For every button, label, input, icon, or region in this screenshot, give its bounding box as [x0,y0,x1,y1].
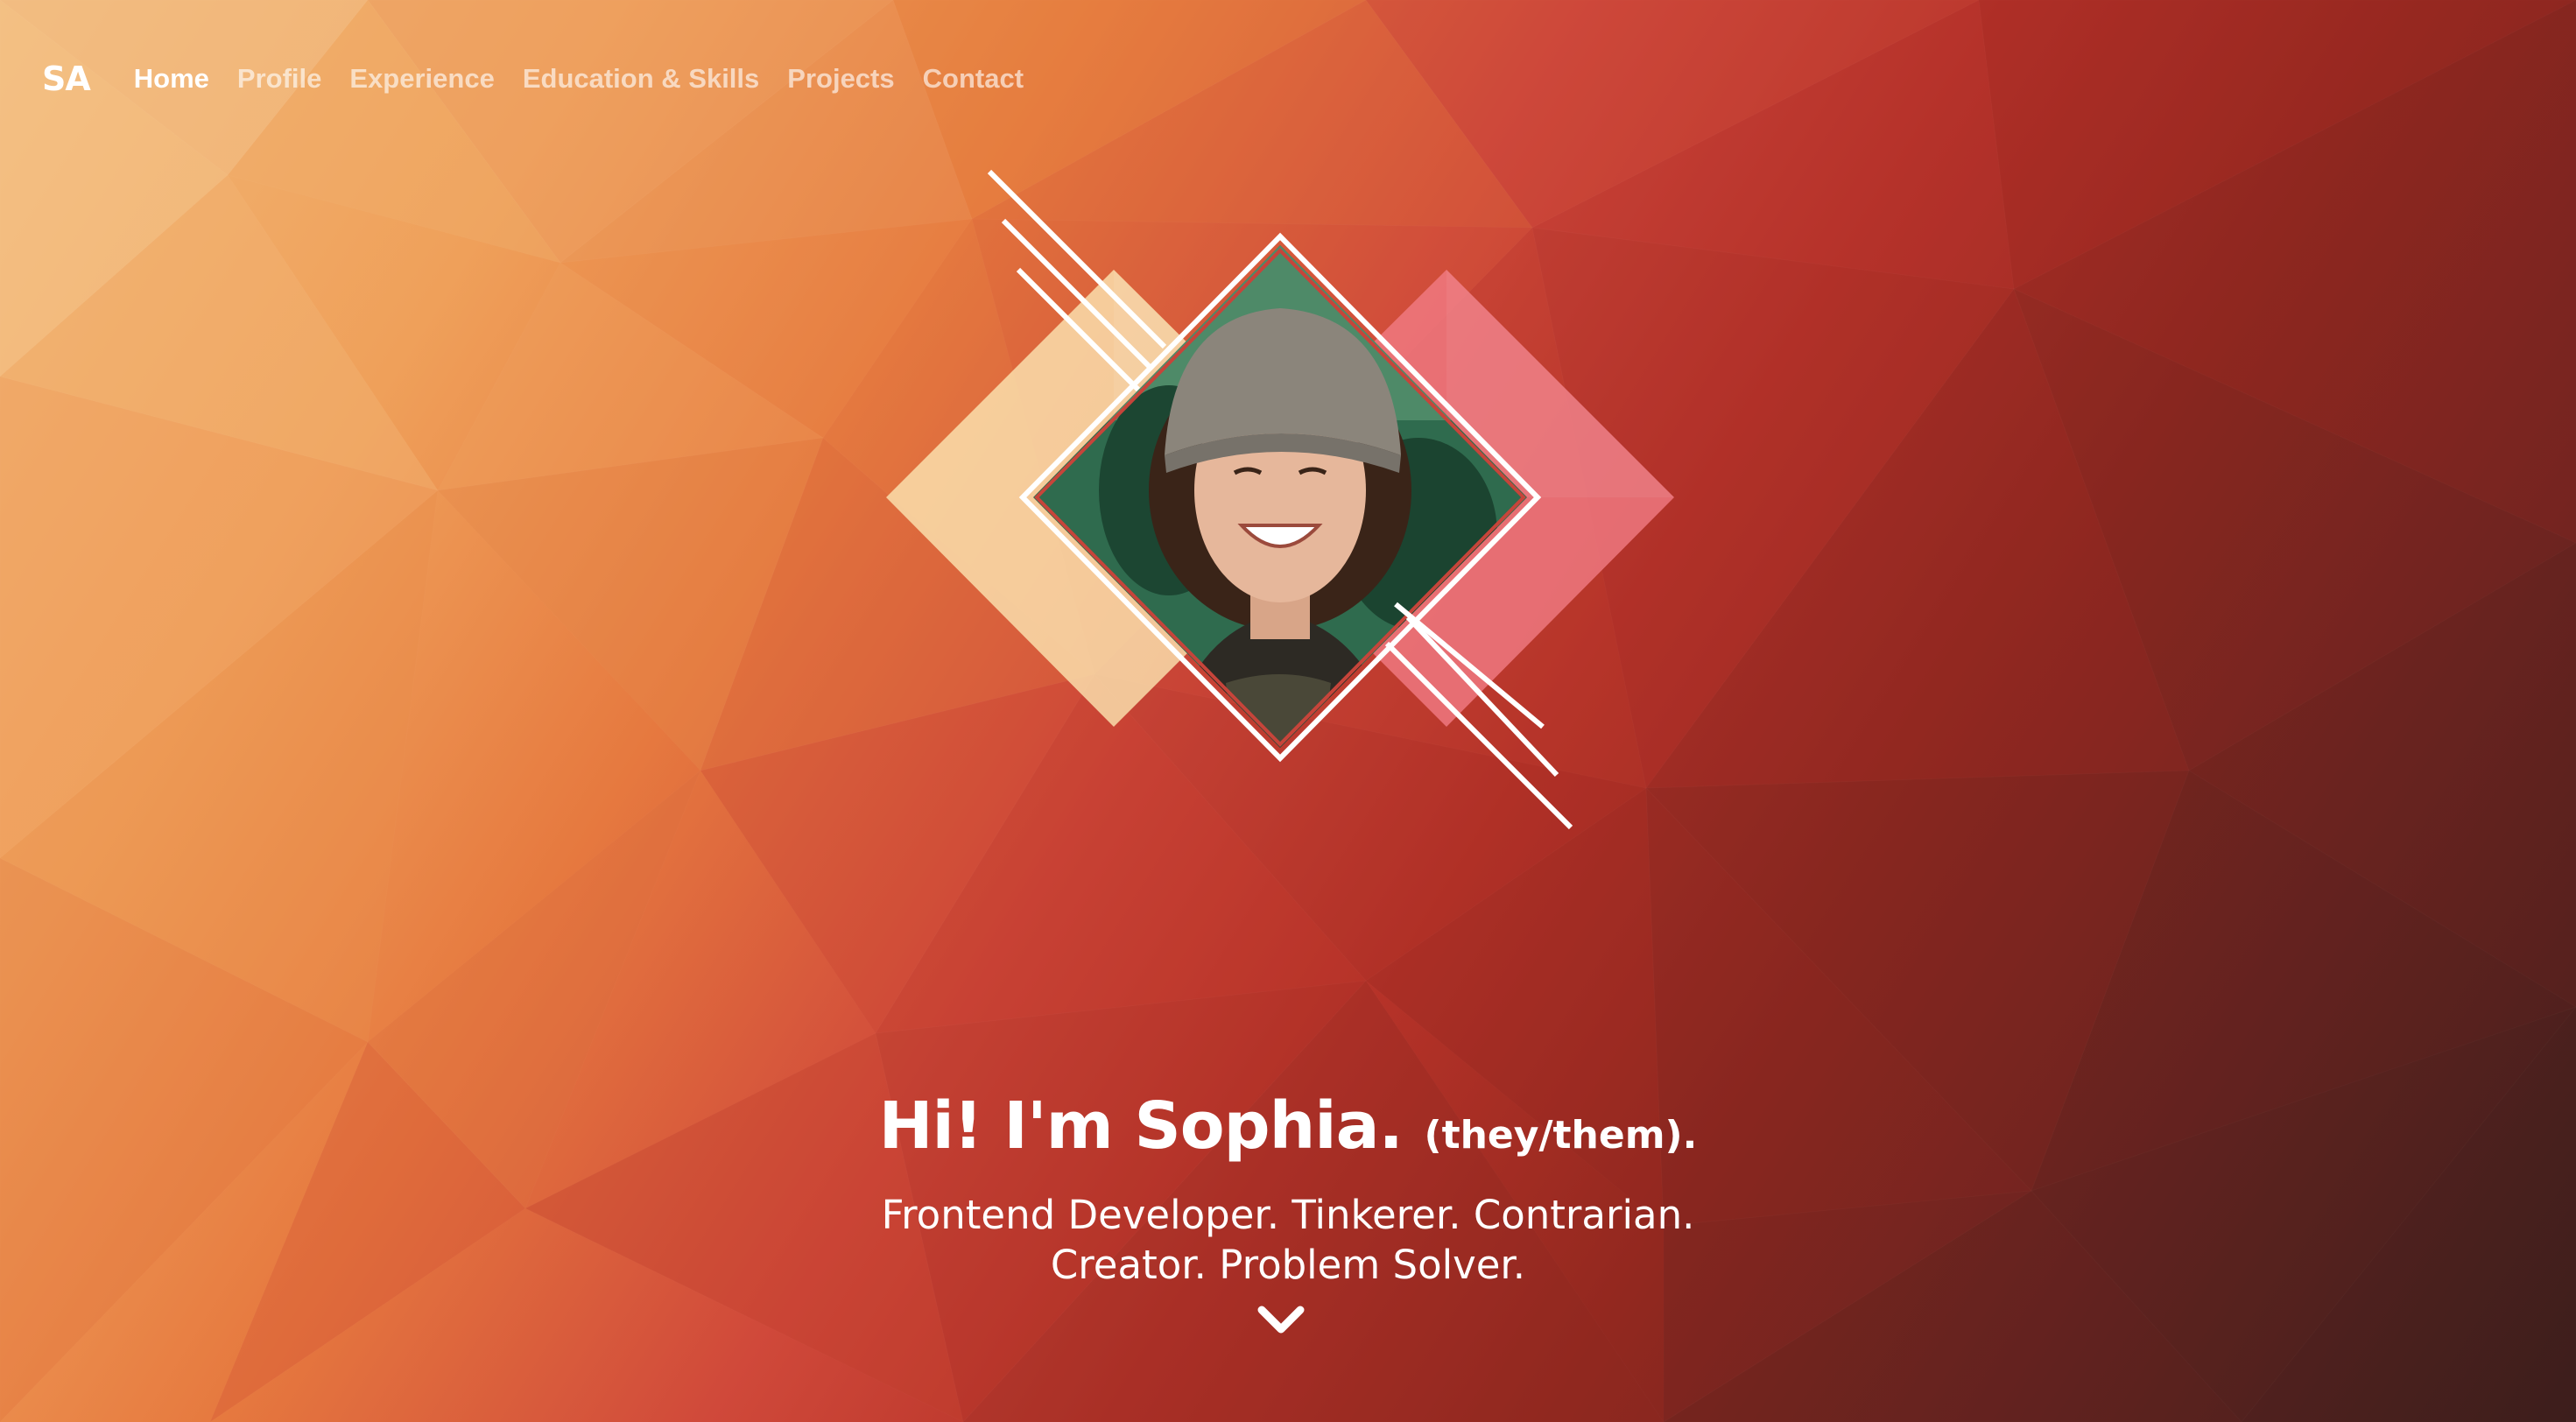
nav-item-contact[interactable]: Contact [923,63,1024,95]
greeting: Hi! I'm Sophia. [878,1088,1404,1164]
hero-text: Hi! I'm Sophia. (they/them). Frontend De… [0,1082,2576,1290]
nav-item-profile[interactable]: Profile [237,63,321,95]
hero-section: SA Home Profile Experience Education & S… [0,0,2576,1422]
nav-item-projects[interactable]: Projects [787,63,894,95]
nav-item-education-skills[interactable]: Education & Skills [523,63,759,95]
hero-tagline: Frontend Developer. Tinkerer. Contrarian… [881,1192,1695,1288]
hero-headline: Hi! I'm Sophia. (they/them). [0,1082,2576,1179]
nav-links: Home Profile Experience Education & Skil… [134,63,1052,95]
pronouns: (they/them). [1424,1113,1698,1158]
main-nav: SA Home Profile Experience Education & S… [42,54,1052,103]
chevron-down-icon[interactable] [1255,1303,1307,1338]
nav-item-experience[interactable]: Experience [349,63,494,95]
portrait-decoration [886,169,1674,830]
site-logo[interactable]: SA [42,60,91,98]
nav-item-home[interactable]: Home [134,63,209,95]
